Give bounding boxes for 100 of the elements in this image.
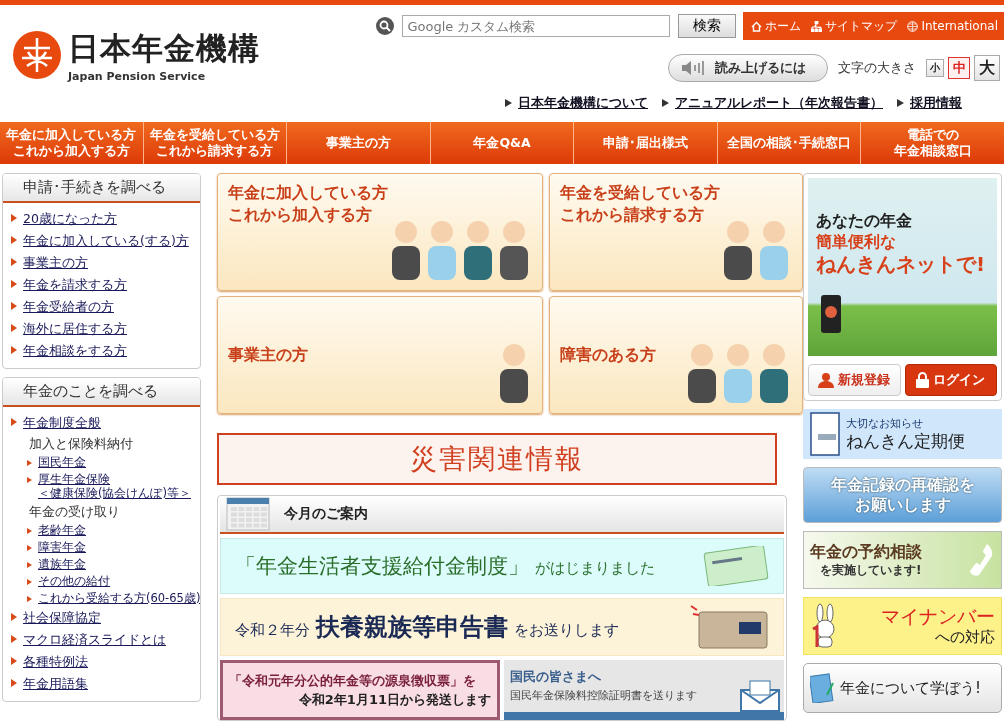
banner-text: あなたの年金	[816, 210, 913, 231]
bullet-icon	[11, 346, 17, 354]
sidebar-link[interactable]: 海外に居住する方	[23, 319, 127, 338]
nenkin-net-banner[interactable]: あなたの年金 簡単便利な ねんきんネットで!	[808, 178, 997, 356]
banner-text: ねんきんネットで!	[816, 252, 987, 277]
sidebar-link[interactable]: 老齢年金	[38, 523, 86, 537]
banner-headline: ねんきん定期便	[846, 431, 965, 452]
font-size-label: 文字の大きさ	[838, 59, 916, 77]
sidebar-link[interactable]: 年金受給者の方	[23, 297, 114, 316]
header-link[interactable]: 採用情報	[910, 94, 962, 112]
sidebar-link[interactable]: 社会保障協定	[23, 608, 101, 627]
disaster-info-banner[interactable]: 災害関連情報	[217, 433, 777, 485]
banner-text: 大切なお知らせ	[846, 416, 923, 431]
arrow-icon	[505, 99, 512, 107]
feature-card-text: 障害のある方	[560, 345, 656, 366]
sidebar-link[interactable]: 国民年金	[38, 455, 86, 469]
nav-item[interactable]: 年金Q&A	[430, 122, 575, 164]
document-icon	[810, 412, 840, 456]
banner-text: がはじまりました	[535, 559, 655, 577]
arrow-icon	[897, 99, 904, 107]
banner-text: 令和２年分	[235, 621, 310, 639]
sidebar-link[interactable]: 遺族年金	[38, 557, 86, 571]
sidebar-link[interactable]: 年金用語集	[23, 674, 88, 693]
feature-card[interactable]: 年金を受給している方 これから請求する方	[549, 173, 803, 291]
bullet-icon	[27, 477, 32, 483]
nav-item[interactable]: 事業主の方	[287, 122, 431, 164]
home-icon	[751, 20, 763, 32]
banner-text: 「令和元年分公的年金等の源泉徴収票」を	[229, 672, 476, 690]
sidebar-link[interactable]: 障害年金	[38, 540, 86, 554]
font-size-button[interactable]: 大	[974, 55, 1000, 81]
banner-text: 年金について学ぼう!	[840, 678, 981, 698]
utility-link[interactable]: ホーム	[751, 17, 802, 35]
nav-item[interactable]: 全国の相談･手続窓口	[717, 122, 862, 164]
consult-banner[interactable]: 年金の予約相談 を実施しています!	[803, 531, 1002, 589]
bullet-icon	[11, 236, 17, 244]
card-icon	[703, 546, 769, 586]
sidebar-link[interactable]: 年金に加入している(する)方	[23, 231, 189, 250]
my-number-banner[interactable]: マイナンバー への対応	[803, 597, 1002, 655]
banner-headline: 年金の予約相談	[810, 542, 922, 562]
header-link[interactable]: アニュアルレポート（年次報告書）	[675, 94, 883, 112]
bullet-icon	[11, 280, 17, 288]
sidebar-link[interactable]: 厚生年金保険 ＜健康保険(協会けんぽ)等＞	[38, 472, 191, 500]
notice-banner[interactable]: 国民の皆さまへ 国民年金保険料控除証明書を送ります	[504, 660, 784, 720]
sidebar-link[interactable]: その他の給付	[38, 574, 110, 588]
header-link[interactable]: 日本年金機構について	[518, 94, 648, 112]
withholding-banner[interactable]: 「令和元年分公的年金等の源泉徴収票」を 令和2年1月11日から発送します	[220, 660, 500, 720]
sidebar-link[interactable]: 20歳になった方	[23, 209, 117, 228]
register-button[interactable]: 新規登録	[808, 364, 901, 396]
banner-headline: 「年金生活者支援給付金制度」	[235, 554, 529, 578]
sidebar-link[interactable]: これから受給する方(60-65歳)	[38, 591, 200, 605]
teikibin-banner[interactable]: 大切なお知らせ ねんきん定期便	[803, 409, 1002, 459]
banner-text: 年金記録の再確認を	[830, 475, 975, 495]
feature-card[interactable]: 年金に加入している方 これから加入する方	[217, 173, 543, 291]
benefit-banner[interactable]: 「年金生活者支援給付金制度」 がはじまりました	[220, 538, 784, 594]
login-button[interactable]: ログイン	[904, 364, 997, 396]
utility-link[interactable]: International	[907, 19, 998, 33]
bullet-icon	[11, 214, 17, 222]
logo-icon	[12, 30, 62, 80]
globe-icon	[907, 20, 919, 32]
user-icon	[818, 372, 835, 388]
sidebar-link[interactable]: 事業主の方	[23, 253, 88, 272]
search-field[interactable]: Google カスタム検索	[402, 15, 671, 37]
nav-item[interactable]: 電話での 年金相談窓口	[861, 122, 1004, 164]
feature-card-text: 年金に加入している方	[228, 183, 388, 204]
learn-banner[interactable]: 年金について学ぼう!	[803, 663, 1002, 713]
feature-card[interactable]: 事業主の方	[217, 296, 543, 414]
bullet-icon	[11, 635, 17, 643]
font-size-button[interactable]: 小	[926, 59, 944, 77]
sidebar-link[interactable]: 各種特例法	[23, 652, 88, 671]
banner-headline: 扶養親族等申告書	[316, 613, 508, 641]
feature-card[interactable]: 障害のある方	[549, 296, 803, 414]
bullet-icon	[27, 579, 32, 585]
bullet-icon	[11, 613, 17, 621]
dependents-banner[interactable]: 令和２年分 扶養親族等申告書 をお送りします	[220, 598, 784, 656]
bullet-icon	[11, 679, 17, 687]
read-aloud-button[interactable]: 読み上げるには	[668, 54, 828, 82]
banner-headline: マイナンバー	[881, 605, 995, 628]
bullet-icon	[27, 596, 32, 602]
section-title: 今月のご案内	[284, 505, 368, 523]
arrow-icon	[662, 99, 669, 107]
nav-item[interactable]: 年金を受給している方 これから請求する方	[143, 122, 288, 164]
sidebar-link[interactable]: 年金を請求する方	[23, 275, 127, 294]
mail-icon	[740, 680, 780, 712]
sidebar-link[interactable]: マクロ経済スライドとは	[23, 630, 166, 649]
search-icon	[376, 17, 395, 35]
font-size-button[interactable]: 中	[948, 57, 970, 79]
nav-item[interactable]: 年金に加入している方 これから加入する方	[0, 122, 144, 164]
bullet-icon	[11, 418, 17, 426]
bullet-icon	[27, 528, 32, 534]
sidebar-link[interactable]: 年金制度全般	[23, 413, 101, 432]
sidebar-link[interactable]: 年金相談をする方	[23, 341, 127, 360]
banner-headline: 国民の皆さまへ	[510, 668, 601, 686]
utility-link[interactable]: サイトマップ	[811, 17, 898, 35]
bullet-icon	[11, 657, 17, 665]
nav-item[interactable]: 申請･届出様式	[574, 122, 718, 164]
logo-title: 日本年金機構	[68, 30, 260, 66]
search-button[interactable]: 検索	[678, 14, 737, 38]
feature-card-text: 年金を受給している方	[560, 183, 720, 204]
phone-handset-icon	[969, 542, 995, 578]
bullet-icon	[11, 258, 17, 266]
